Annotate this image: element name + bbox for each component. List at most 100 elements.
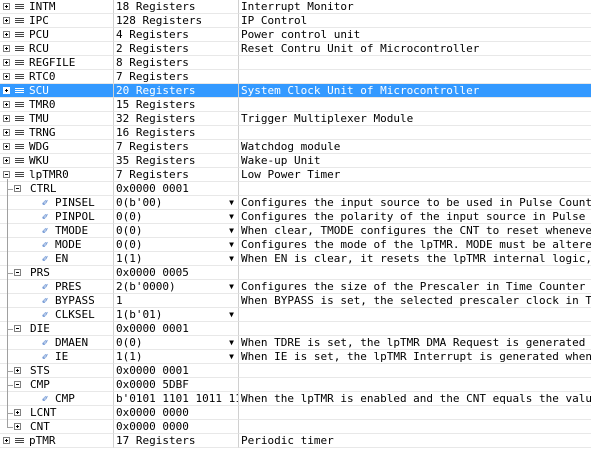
tree-row-regfile[interactable]: REGFILE 8 Registers bbox=[0, 56, 591, 70]
expand-plus-icon[interactable] bbox=[3, 157, 10, 164]
value-text: 1(1) bbox=[116, 350, 143, 363]
description-cell: Watchdog module bbox=[239, 140, 591, 154]
tree-row-trng[interactable]: TRNG 16 Registers bbox=[0, 126, 591, 140]
value-cell[interactable]: 1(1) ▼ bbox=[114, 252, 239, 266]
tree-row-sts[interactable]: STS 0x0000 0001 bbox=[0, 364, 591, 378]
description-cell bbox=[239, 420, 591, 434]
tree-row-prs[interactable]: PRS 0x0000 0005 bbox=[0, 266, 591, 280]
dropdown-arrow-icon[interactable]: ▼ bbox=[229, 336, 234, 349]
tree-row-clksel[interactable]: ✐ CLKSEL 1(b'01) ▼ bbox=[0, 308, 591, 322]
value-cell[interactable]: 0(0) ▼ bbox=[114, 336, 239, 350]
collapse-minus-icon[interactable] bbox=[14, 325, 21, 332]
value-text: 2(b'0000) bbox=[116, 280, 176, 293]
collapse-minus-icon[interactable] bbox=[3, 171, 10, 178]
tree-row-intm[interactable]: INTM 18 Registers Interrupt Monitor bbox=[0, 0, 591, 14]
value-text: 0(0) bbox=[116, 210, 143, 223]
tree-row-ipc[interactable]: IPC 128 Registers IP Control bbox=[0, 14, 591, 28]
expand-plus-icon[interactable] bbox=[3, 101, 10, 108]
tree-row-en[interactable]: ✐ EN 1(1) ▼ When EN is clear, it resets the … bbox=[0, 252, 591, 266]
expand-plus-icon[interactable] bbox=[3, 31, 10, 38]
description-cell bbox=[239, 322, 591, 336]
tree-row-tmr0[interactable]: TMR0 15 Registers bbox=[0, 98, 591, 112]
tree-row-ie[interactable]: ✐ IE 1(1) ▼ When IE is set, the lpTMR Interr… bbox=[0, 350, 591, 364]
name-cell: ✐ EN bbox=[0, 252, 114, 266]
expand-plus-icon[interactable] bbox=[3, 45, 10, 52]
dropdown-arrow-icon[interactable]: ▼ bbox=[229, 224, 234, 237]
value-cell: 7 Registers bbox=[114, 70, 239, 84]
tree-row-die[interactable]: DIE 0x0000 0001 bbox=[0, 322, 591, 336]
expand-plus-icon[interactable] bbox=[3, 73, 10, 80]
tree-row-ctrl[interactable]: CTRL 0x0000 0001 bbox=[0, 182, 591, 196]
tree-connector-line bbox=[7, 427, 13, 428]
value-cell[interactable]: 0(0) ▼ bbox=[114, 210, 239, 224]
value-cell[interactable]: 1 bbox=[114, 294, 239, 308]
expand-plus-icon[interactable] bbox=[14, 423, 21, 430]
expand-plus-icon[interactable] bbox=[3, 129, 10, 136]
field-pin-icon: ✐ bbox=[42, 394, 49, 405]
collapse-minus-icon[interactable] bbox=[14, 381, 21, 388]
name-cell: ✐ PINSEL bbox=[0, 196, 114, 210]
value-text: 0x0000 5DBF bbox=[116, 378, 189, 391]
expand-plus-icon[interactable] bbox=[3, 437, 10, 444]
collapse-minus-icon[interactable] bbox=[14, 269, 21, 276]
tree-row-cnt[interactable]: CNT 0x0000 0000 bbox=[0, 420, 591, 434]
description-text: System Clock Unit of Microcontroller bbox=[241, 84, 480, 97]
tree-row-rcu[interactable]: RCU 2 Registers Reset Contru Unit of Micro… bbox=[0, 42, 591, 56]
tree-row-cmp[interactable]: ✐ CMP b'0101 1101 1011 1111When the lpTMR … bbox=[0, 392, 591, 406]
tree-row-rtc0[interactable]: RTC0 7 Registers bbox=[0, 70, 591, 84]
tree-row-pcu[interactable]: PCU 4 Registers Power control unit bbox=[0, 28, 591, 42]
value-cell[interactable]: 1(1) ▼ bbox=[114, 350, 239, 364]
description-text: Reset Contru Unit of Microcontroller bbox=[241, 42, 480, 55]
group-name: IPC bbox=[29, 14, 49, 27]
tree-row-bypass[interactable]: ✐ BYPASS 1 When BYPASS is set, the selected… bbox=[0, 294, 591, 308]
dropdown-arrow-icon[interactable]: ▼ bbox=[229, 252, 234, 265]
expand-plus-icon[interactable] bbox=[3, 3, 10, 10]
value-text: 7 Registers bbox=[116, 168, 189, 181]
expand-plus-icon[interactable] bbox=[3, 115, 10, 122]
tree-row-wku[interactable]: WKU 35 Registers Wake-up Unit bbox=[0, 154, 591, 168]
tree-row-lcnt[interactable]: LCNT 0x0000 0000 bbox=[0, 406, 591, 420]
tree-row-lptmr0[interactable]: lpTMR0 7 Registers Low Power Timer bbox=[0, 168, 591, 182]
value-text: 35 Registers bbox=[116, 154, 196, 167]
register-group-icon bbox=[15, 172, 24, 178]
tree-row-mode[interactable]: ✐ MODE 0(0) ▼ Configures the mode of the lpT… bbox=[0, 238, 591, 252]
value-cell[interactable]: 2(b'0000) ▼ bbox=[114, 280, 239, 294]
tree-row-pres[interactable]: ✐ PRES 2(b'0000) ▼ Configures the size of th… bbox=[0, 280, 591, 294]
dropdown-arrow-icon[interactable]: ▼ bbox=[229, 196, 234, 209]
field-pin-icon: ✐ bbox=[42, 338, 49, 349]
field-name: CMP bbox=[55, 392, 75, 405]
tree-row-tmu[interactable]: TMU 32 Registers Trigger Multiplexer Modul… bbox=[0, 112, 591, 126]
tree-row-pinpol[interactable]: ✐ PINPOL 0(0) ▼ Configures the polarity of t… bbox=[0, 210, 591, 224]
tree-row-scu[interactable]: SCU 20 Registers System Clock Unit of Micr… bbox=[0, 84, 591, 98]
name-cell: ✐ PRES bbox=[0, 280, 114, 294]
value-cell[interactable]: 1(b'01) ▼ bbox=[114, 308, 239, 322]
value-cell[interactable]: 0(b'00) ▼ bbox=[114, 196, 239, 210]
value-cell: 0x0000 0005 bbox=[114, 266, 239, 280]
tree-row-pinsel[interactable]: ✐ PINSEL 0(b'00) ▼ Configures the input sour… bbox=[0, 196, 591, 210]
expand-plus-icon[interactable] bbox=[3, 17, 10, 24]
expand-plus-icon[interactable] bbox=[3, 143, 10, 150]
expand-plus-icon[interactable] bbox=[3, 87, 10, 94]
dropdown-arrow-icon[interactable]: ▼ bbox=[229, 210, 234, 223]
expand-plus-icon[interactable] bbox=[14, 409, 21, 416]
expand-plus-icon[interactable] bbox=[14, 367, 21, 374]
dropdown-arrow-icon[interactable]: ▼ bbox=[229, 350, 234, 363]
name-cell: INTM bbox=[0, 0, 114, 14]
value-cell[interactable]: 0(0) ▼ bbox=[114, 238, 239, 252]
tree-row-wdg[interactable]: WDG 7 Registers Watchdog module bbox=[0, 140, 591, 154]
description-cell bbox=[239, 70, 591, 84]
dropdown-arrow-icon[interactable]: ▼ bbox=[229, 280, 234, 293]
dropdown-arrow-icon[interactable]: ▼ bbox=[229, 308, 234, 321]
expand-plus-icon[interactable] bbox=[3, 59, 10, 66]
tree-row-tmode[interactable]: ✐ TMODE 0(0) ▼ When clear, TMODE configures … bbox=[0, 224, 591, 238]
value-cell[interactable]: b'0101 1101 1011 1111 bbox=[114, 392, 239, 406]
value-cell[interactable]: 0(0) ▼ bbox=[114, 224, 239, 238]
tree-row-ptmr[interactable]: pTMR 17 Registers Periodic timer bbox=[0, 434, 591, 448]
collapse-minus-icon[interactable] bbox=[14, 185, 21, 192]
description-cell: When the lpTMR is enabled and the CNT eq… bbox=[239, 392, 591, 406]
tree-row-dmaen[interactable]: ✐ DMAEN 0(0) ▼ When TDRE is set, the lpTMR D… bbox=[0, 336, 591, 350]
name-cell: RCU bbox=[0, 42, 114, 56]
field-pin-icon: ✐ bbox=[42, 310, 49, 321]
dropdown-arrow-icon[interactable]: ▼ bbox=[229, 238, 234, 251]
tree-row-cmp[interactable]: CMP 0x0000 5DBF bbox=[0, 378, 591, 392]
